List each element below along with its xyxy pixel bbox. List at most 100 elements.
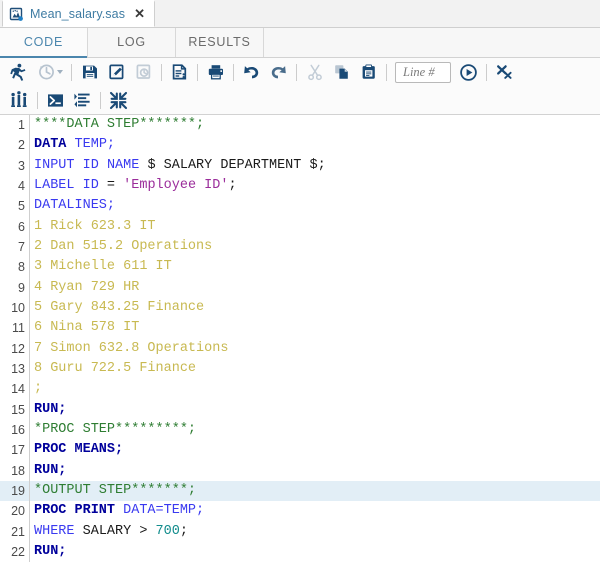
copy-icon[interactable] (328, 60, 355, 84)
code-line[interactable]: 6 1 Rick 623.3 IT (0, 217, 600, 237)
code-token-data: 6 Nina 578 IT (34, 320, 139, 335)
line-number: 10 (0, 298, 30, 318)
code-line[interactable]: 17 PROC MEANS; (0, 440, 600, 460)
go-to-line-icon[interactable] (455, 60, 482, 84)
line-number: 17 (0, 440, 30, 460)
code-token-kw: PROC MEANS; (34, 442, 123, 457)
properties-icon[interactable] (166, 60, 193, 84)
sas-file-icon (9, 7, 24, 22)
code-token-plain: ; (180, 524, 188, 539)
code-line-text: PROC PRINT DATA=TEMP; (30, 501, 600, 521)
code-line[interactable]: 72 Dan 515.2 Operations (0, 237, 600, 257)
code-token-kw: PROC PRINT (34, 503, 115, 518)
analyze-program-icon[interactable] (6, 88, 33, 112)
code-token-plain: SALARY > (75, 524, 156, 539)
code-token-step: DATA=TEMP; (123, 503, 204, 518)
close-icon[interactable]: ✕ (131, 7, 147, 21)
toolbar-separator (100, 92, 101, 109)
undo-icon[interactable] (238, 60, 265, 84)
code-line-text: RUN; (30, 542, 600, 562)
code-line[interactable]: 15RUN; (0, 400, 600, 420)
run-icon[interactable] (6, 60, 33, 84)
line-number: 18 (0, 461, 30, 481)
tab-log[interactable]: LOG (88, 28, 176, 57)
code-token-kw: RUN; (34, 544, 66, 559)
redo-icon[interactable] (265, 60, 292, 84)
code-line-text: RUN; (30, 461, 600, 481)
line-number: 22 (0, 542, 30, 562)
clear-formatting-icon[interactable] (491, 60, 518, 84)
save-as-icon[interactable] (103, 60, 130, 84)
code-token-data: 7 Simon 632.8 Operations (34, 341, 228, 356)
file-tab-label: Mean_salary.sas (30, 7, 125, 21)
code-line[interactable]: 18 RUN; (0, 461, 600, 481)
sas-studio-window: Mean_salary.sas ✕ CODE LOG RESULTS (0, 0, 600, 562)
code-line-text: 7 Simon 632.8 Operations (30, 339, 600, 359)
code-line[interactable]: 21WHERE SALARY > 700; (0, 522, 600, 542)
code-line[interactable]: 10 5 Gary 843.25 Finance (0, 298, 600, 318)
code-line[interactable]: 12 7 Simon 632.8 Operations (0, 339, 600, 359)
code-line-text: 8 Guru 722.5 Finance (30, 359, 600, 379)
code-token-data: 8 Guru 722.5 Finance (34, 361, 196, 376)
code-line[interactable]: 22 RUN; (0, 542, 600, 562)
paste-icon[interactable] (355, 60, 382, 84)
code-token-kw: RUN; (34, 463, 66, 478)
code-token-plain (75, 158, 83, 173)
line-number: 20 (0, 501, 30, 521)
code-line-text: PROC MEANS; (30, 440, 600, 460)
code-line-text: DATA TEMP; (30, 135, 600, 155)
code-line-text: 2 Dan 515.2 Operations (30, 237, 600, 257)
toolbar-separator (486, 64, 487, 81)
code-line[interactable]: 94 Ryan 729 HR (0, 278, 600, 298)
add-code-snippet-icon[interactable] (42, 88, 69, 112)
code-line[interactable]: 5DATALINES; (0, 196, 600, 216)
line-number: 21 (0, 522, 30, 542)
line-number: 6 (0, 217, 30, 237)
code-token-data: 2 Dan 515.2 Operations (34, 239, 212, 254)
code-line[interactable]: 2DATA TEMP; (0, 135, 600, 155)
history-icon[interactable] (33, 60, 67, 84)
file-tab-mean-salary[interactable]: Mean_salary.sas ✕ (2, 0, 155, 27)
tab-strip-empty-area (155, 0, 600, 27)
code-token-plain (75, 178, 83, 193)
code-line-text: 6 Nina 578 IT (30, 318, 600, 338)
code-token-plain (99, 158, 107, 173)
code-line[interactable]: 1****DATA STEP*******; (0, 115, 600, 135)
format-code-icon[interactable] (69, 88, 96, 112)
print-icon[interactable] (202, 60, 229, 84)
cut-icon[interactable] (301, 60, 328, 84)
chevron-down-icon[interactable] (57, 70, 63, 74)
code-token-kw: RUN; (34, 402, 66, 417)
editor-toolbar-secondary (0, 87, 600, 115)
code-token-data: 5 Gary 843.25 Finance (34, 300, 204, 315)
code-line[interactable]: 3INPUT ID NAME $ SALARY DEPARTMENT $; (0, 156, 600, 176)
tab-results[interactable]: RESULTS (176, 28, 264, 57)
code-line[interactable]: 20PROC PRINT DATA=TEMP; (0, 501, 600, 521)
file-tab-strip: Mean_salary.sas ✕ (0, 0, 600, 28)
line-number-input[interactable] (395, 62, 451, 83)
toolbar-separator (37, 92, 38, 109)
code-line[interactable]: 83 Michelle 611 IT (0, 257, 600, 277)
code-token-data: 1 Rick 623.3 IT (34, 219, 156, 234)
save-icon[interactable] (76, 60, 103, 84)
code-line[interactable]: 4LABEL ID = 'Employee ID'; (0, 176, 600, 196)
line-number: 11 (0, 318, 30, 338)
code-line[interactable]: 16*PROC STEP*********; (0, 420, 600, 440)
revert-icon[interactable] (130, 60, 157, 84)
code-token-data: 3 Michelle 611 IT (34, 259, 172, 274)
tab-code-label: CODE (24, 35, 63, 49)
code-line[interactable]: 138 Guru 722.5 Finance (0, 359, 600, 379)
code-token-string: 'Employee ID' (123, 178, 228, 193)
code-line[interactable]: 11 6 Nina 578 IT (0, 318, 600, 338)
tab-code[interactable]: CODE (0, 28, 88, 57)
view-tab-bar: CODE LOG RESULTS (0, 28, 600, 58)
code-line[interactable]: 19*OUTPUT STEP*******; (0, 481, 600, 501)
tab-log-label: LOG (117, 35, 146, 49)
collapse-all-icon[interactable] (105, 88, 132, 112)
code-line[interactable]: 14; (0, 379, 600, 399)
line-number: 12 (0, 339, 30, 359)
code-token-data: ; (34, 381, 42, 396)
code-line-text: 5 Gary 843.25 Finance (30, 298, 600, 318)
view-tab-empty-area (264, 28, 600, 57)
code-editor[interactable]: 1****DATA STEP*******;2DATA TEMP;3INPUT … (0, 115, 600, 562)
